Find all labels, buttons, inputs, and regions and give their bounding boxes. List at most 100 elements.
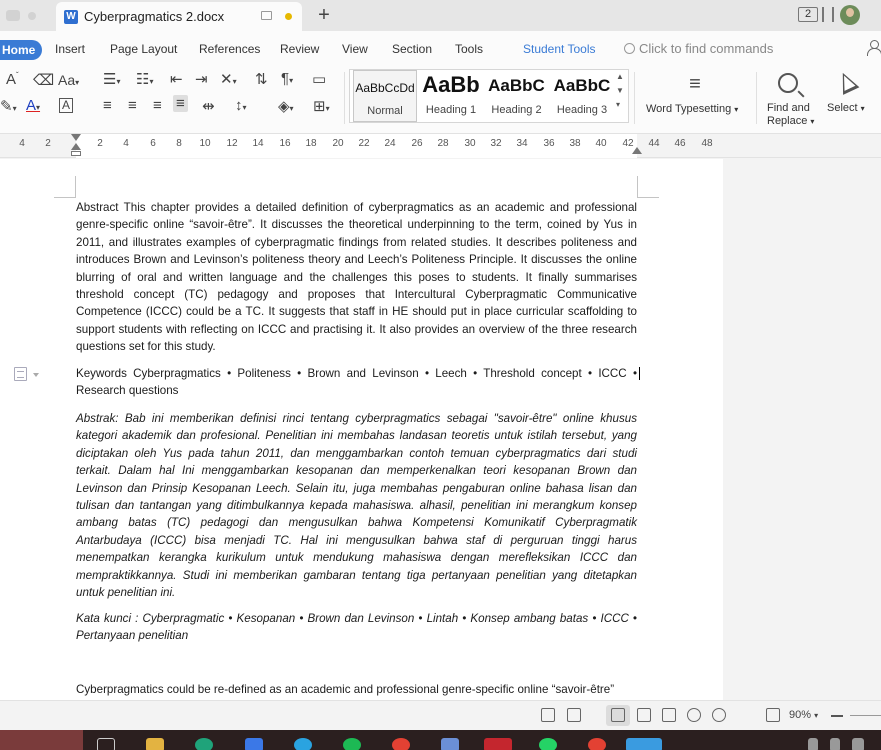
abstrak-paragraph[interactable]: Abstrak: Bab ini memberikan definisi rin… <box>76 410 637 601</box>
body-paragraph[interactable]: Cyberpragmatics could be re-defined as a… <box>76 681 637 698</box>
menu-page-layout[interactable]: Page Layout <box>110 42 177 56</box>
menu-view[interactable]: View <box>342 42 368 56</box>
monitor-icon[interactable] <box>261 11 272 20</box>
menu-insert[interactable]: Insert <box>55 42 85 56</box>
tray-icon[interactable] <box>808 738 818 750</box>
font-color-icon[interactable]: A▾ <box>26 97 40 114</box>
telegram-icon[interactable] <box>626 738 662 750</box>
document-tab[interactable]: W Cyberpragmatics 2.docx <box>56 2 302 31</box>
menu-student-tools[interactable]: Student Tools <box>523 42 596 56</box>
align-right-icon[interactable]: ≡ <box>153 97 162 114</box>
menu-references[interactable]: References <box>199 42 260 56</box>
page-view-icon[interactable] <box>611 708 625 722</box>
right-indent-marker[interactable] <box>632 147 642 154</box>
word-typesetting-button[interactable]: Word Typesetting ▾ <box>646 103 738 115</box>
export-icon[interactable] <box>567 708 581 722</box>
chrome-icon[interactable] <box>588 738 606 750</box>
increase-indent-icon[interactable]: ⇥ <box>195 70 208 88</box>
shading-icon[interactable]: ◈▾ <box>278 97 294 115</box>
select-button[interactable]: Select ▾ <box>827 102 865 114</box>
task-view-icon[interactable] <box>97 738 115 750</box>
ruler-tick-label: 30 <box>464 138 476 149</box>
window-count-badge[interactable]: 2 <box>798 7 818 22</box>
new-tab-button[interactable]: + <box>314 4 334 27</box>
word-typesetting-icon[interactable]: ≡ <box>683 72 707 96</box>
outline-view-icon[interactable] <box>637 708 651 722</box>
text-direction-icon[interactable]: ✕▾ <box>220 70 237 88</box>
find-replace-button[interactable]: Find and Replace ▾ <box>767 102 814 128</box>
font-grow-icon[interactable]: Aˇ <box>6 71 19 88</box>
tray-icon[interactable] <box>830 738 840 750</box>
keywords-paragraph[interactable]: Keywords Cyberpragmatics • Politeness • … <box>76 365 637 400</box>
telegram-icon[interactable] <box>294 738 312 750</box>
borders-icon[interactable]: ⊞▾ <box>313 97 330 115</box>
justify-icon[interactable]: ≡ <box>173 95 188 112</box>
distributed-icon[interactable]: ⇹ <box>202 97 215 115</box>
menu-home[interactable]: Home <box>0 40 43 60</box>
window-control-icon[interactable] <box>28 12 36 20</box>
sort-icon[interactable]: ⇅ <box>255 70 268 88</box>
document-area[interactable]: Abstract This chapter provides a detaile… <box>0 159 881 700</box>
clear-format-icon[interactable]: ⌫ <box>33 71 54 89</box>
ruler-tick-label: 22 <box>358 138 370 149</box>
find-replace-icon[interactable] <box>778 73 798 93</box>
margin-corner-mark <box>637 176 659 198</box>
os-taskbar <box>0 730 881 750</box>
command-search[interactable]: Click to find commands <box>624 41 773 56</box>
align-center-icon[interactable]: ≡ <box>128 97 137 114</box>
ruler-tick-label: 8 <box>176 138 182 149</box>
zoom-out-button[interactable] <box>831 715 843 717</box>
fit-page-icon[interactable] <box>766 708 780 722</box>
highlight-icon[interactable]: ✎▾ <box>0 97 17 115</box>
user-avatar[interactable] <box>840 5 860 25</box>
wps-office-icon[interactable] <box>484 738 512 750</box>
paragraph-mark-icon[interactable]: ¶▾ <box>281 70 293 87</box>
app-icon[interactable] <box>441 738 459 750</box>
horizontal-ruler[interactable]: 4 2 2 4 6 8 10 12 14 16 18 20 22 24 26 28 30 32 34 36 38 40 42… <box>0 134 881 158</box>
style-heading-1[interactable]: AaBb Heading 1 <box>420 70 482 122</box>
read-view-icon[interactable] <box>662 708 676 722</box>
document-page[interactable]: Abstract This chapter provides a detaile… <box>0 159 723 700</box>
chevron-down-icon[interactable] <box>33 373 39 377</box>
left-indent-marker[interactable] <box>71 151 81 156</box>
abstract-paragraph[interactable]: Abstract This chapter provides a detaile… <box>76 199 637 356</box>
table-tab-icon[interactable]: ▭ <box>312 70 326 88</box>
decrease-indent-icon[interactable]: ⇤ <box>170 70 183 88</box>
change-case-icon[interactable]: Aa▾ <box>58 72 79 88</box>
eye-protection-icon[interactable] <box>712 708 726 722</box>
menu-review[interactable]: Review <box>280 42 319 56</box>
menu-tools[interactable]: Tools <box>455 42 483 56</box>
window-control-icon[interactable] <box>6 10 20 21</box>
library-icon[interactable] <box>822 7 834 22</box>
zoom-slider[interactable] <box>850 715 881 716</box>
align-left-icon[interactable]: ≡ <box>103 97 112 114</box>
styles-scroll-arrows[interactable]: ▲ ▼ ▾ <box>616 70 624 112</box>
character-border-icon[interactable]: A <box>59 98 74 113</box>
edge-icon[interactable] <box>195 738 213 750</box>
ruler-tick-label: 26 <box>411 138 423 149</box>
style-heading-3[interactable]: AaBbC Heading 3 <box>550 70 614 122</box>
reading-mode-icon[interactable] <box>541 708 555 722</box>
spotify-icon[interactable] <box>343 738 361 750</box>
numbered-list-icon[interactable]: ☷▾ <box>136 70 153 88</box>
kata-kunci-paragraph[interactable]: Kata kunci : Cyberpragmatic • Kesopanan … <box>76 610 637 645</box>
menu-section[interactable]: Section <box>392 42 432 56</box>
file-explorer-icon[interactable] <box>146 738 164 750</box>
zoom-app-icon[interactable] <box>245 738 263 750</box>
writer-doc-icon: W <box>64 10 78 24</box>
menu-bar: Home Insert Page Layout References Revie… <box>0 31 881 66</box>
account-icon[interactable] <box>866 40 881 56</box>
tray-icon[interactable] <box>852 738 864 750</box>
web-view-icon[interactable] <box>687 708 701 722</box>
taskbar-start-area[interactable] <box>0 730 83 750</box>
style-normal[interactable]: AaBbCcDd Normal <box>353 70 417 122</box>
bullet-list-icon[interactable]: ☰▾ <box>103 70 120 88</box>
style-sample: AaBbC <box>488 76 545 95</box>
style-heading-2[interactable]: AaBbC Heading 2 <box>485 70 548 122</box>
chrome-icon[interactable] <box>392 738 410 750</box>
whatsapp-icon[interactable] <box>539 738 557 750</box>
zoom-level[interactable]: 90% ▾ <box>789 709 818 721</box>
select-cursor-icon[interactable] <box>834 69 860 95</box>
paragraph-options-icon[interactable] <box>14 367 27 381</box>
line-spacing-icon[interactable]: ↕▾ <box>235 97 247 114</box>
